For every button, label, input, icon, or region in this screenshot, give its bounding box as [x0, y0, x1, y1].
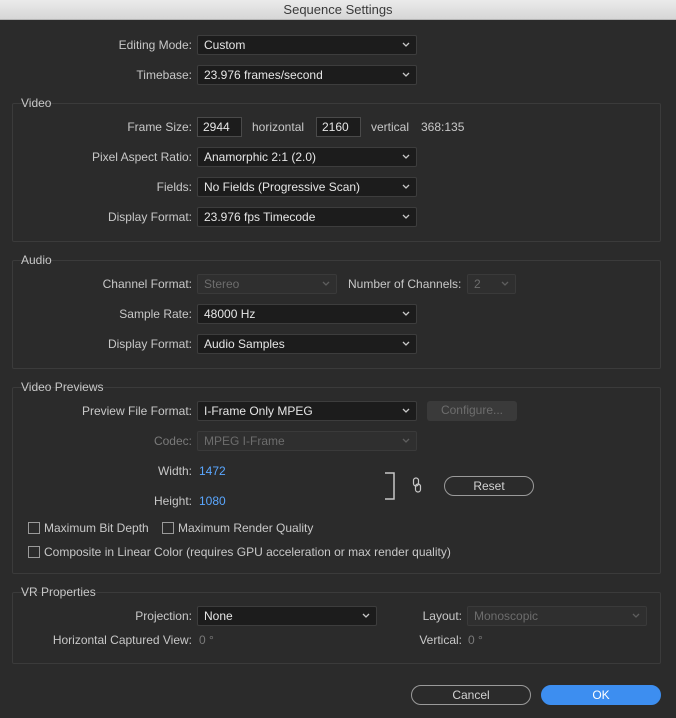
video-previews-group-title: Video Previews: [21, 380, 104, 394]
chevron-down-icon: [402, 42, 410, 47]
max-bit-depth-label: Maximum Bit Depth: [44, 521, 149, 535]
cancel-button[interactable]: Cancel: [411, 685, 531, 705]
chain-link-icon[interactable]: [411, 477, 423, 493]
chevron-down-icon: [402, 184, 410, 189]
fields-label: Fields:: [156, 180, 192, 194]
sample-rate-value: 48000 Hz: [204, 307, 256, 321]
frame-size-label: Frame Size:: [127, 120, 192, 134]
chevron-down-icon: [501, 281, 509, 286]
channel-format-value: Stereo: [204, 277, 240, 291]
audio-display-format-label: Display Format:: [107, 337, 192, 351]
channel-format-select[interactable]: Stereo: [197, 274, 337, 294]
video-group-title: Video: [21, 96, 52, 110]
pixel-aspect-value: Anamorphic 2:1 (2.0): [204, 150, 317, 164]
pixel-aspect-select[interactable]: Anamorphic 2:1 (2.0): [197, 147, 417, 167]
link-bracket-icon: [385, 472, 395, 500]
height-label: Height:: [153, 494, 192, 508]
window-title: Sequence Settings: [0, 0, 676, 20]
layout-select[interactable]: Monoscopic: [467, 606, 647, 626]
vr-properties-group: [12, 592, 661, 664]
frame-aspect-ratio: 368:135: [421, 120, 465, 134]
preview-width-value[interactable]: 1472: [199, 464, 226, 478]
chevron-down-icon: [402, 72, 410, 77]
horizontal-captured-view-label: Horizontal Captured View:: [52, 633, 192, 647]
max-render-quality-checkbox[interactable]: [162, 522, 174, 534]
chevron-down-icon: [402, 408, 410, 413]
fields-value: No Fields (Progressive Scan): [204, 180, 361, 194]
num-channels-label: Number of Channels:: [348, 277, 462, 291]
audio-display-format-select[interactable]: Audio Samples: [197, 334, 417, 354]
preview-height-value[interactable]: 1080: [199, 494, 226, 508]
chevron-down-icon: [362, 613, 370, 618]
frame-height-input[interactable]: 2160: [316, 117, 361, 137]
vertical-view-label: Vertical:: [419, 633, 462, 647]
horizontal-captured-view-value[interactable]: 0 °: [199, 633, 214, 647]
sample-rate-label: Sample Rate:: [119, 307, 192, 321]
audio-group-title: Audio: [21, 253, 52, 267]
preview-format-select[interactable]: I-Frame Only MPEG: [197, 401, 417, 421]
vertical-label: vertical: [371, 120, 410, 134]
layout-label: Layout:: [422, 609, 462, 623]
timebase-value: 23.976 frames/second: [204, 68, 323, 82]
editing-mode-value: Custom: [204, 38, 246, 52]
vr-properties-group-title: VR Properties: [21, 585, 96, 599]
num-channels-value: 2: [474, 277, 481, 291]
ok-button[interactable]: OK: [541, 685, 661, 705]
fields-select[interactable]: No Fields (Progressive Scan): [197, 177, 417, 197]
reset-button[interactable]: Reset: [444, 476, 534, 496]
max-bit-depth-checkbox[interactable]: [28, 522, 40, 534]
pixel-aspect-label: Pixel Aspect Ratio:: [91, 150, 192, 164]
chevron-down-icon: [402, 214, 410, 219]
chevron-down-icon: [402, 154, 410, 159]
width-label: Width:: [157, 464, 192, 478]
timebase-label: Timebase:: [136, 68, 192, 82]
chevron-down-icon: [632, 613, 640, 618]
video-display-format-value: 23.976 fps Timecode: [204, 210, 316, 224]
preview-format-value: I-Frame Only MPEG: [204, 404, 313, 418]
num-channels-select[interactable]: 2: [467, 274, 516, 294]
composite-linear-label: Composite in Linear Color (requires GPU …: [44, 545, 451, 559]
projection-label: Projection:: [135, 609, 192, 623]
preview-format-label: Preview File Format:: [81, 404, 192, 418]
audio-display-format-value: Audio Samples: [204, 337, 285, 351]
projection-value: None: [204, 609, 233, 623]
timebase-select[interactable]: 23.976 frames/second: [197, 65, 417, 85]
channel-format-label: Channel Format:: [102, 277, 192, 291]
configure-button[interactable]: Configure...: [427, 401, 517, 421]
editing-mode-select[interactable]: Custom: [197, 35, 417, 55]
layout-value: Monoscopic: [474, 609, 539, 623]
sample-rate-select[interactable]: 48000 Hz: [197, 304, 417, 324]
chevron-down-icon: [402, 341, 410, 346]
video-display-format-select[interactable]: 23.976 fps Timecode: [197, 207, 417, 227]
chevron-down-icon: [322, 281, 330, 286]
chevron-down-icon: [402, 311, 410, 316]
horizontal-label: horizontal: [252, 120, 305, 134]
max-render-quality-label: Maximum Render Quality: [178, 521, 314, 535]
video-display-format-label: Display Format:: [107, 210, 192, 224]
codec-value: MPEG I-Frame: [204, 434, 285, 448]
projection-select[interactable]: None: [197, 606, 377, 626]
composite-linear-checkbox[interactable]: [28, 546, 40, 558]
codec-label: Codec:: [153, 434, 192, 448]
vertical-view-value[interactable]: 0 °: [468, 633, 483, 647]
codec-select[interactable]: MPEG I-Frame: [197, 431, 417, 451]
editing-mode-label: Editing Mode:: [118, 38, 192, 52]
chevron-down-icon: [402, 438, 410, 443]
frame-width-input[interactable]: 2944: [197, 117, 242, 137]
